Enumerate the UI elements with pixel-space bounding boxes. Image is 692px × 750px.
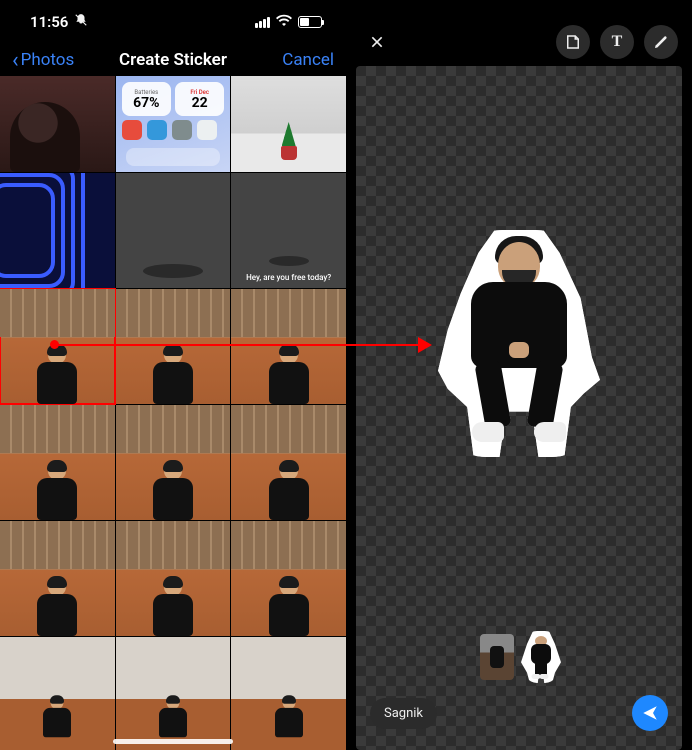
grid-thumb[interactable]	[116, 405, 231, 520]
grid-thumb[interactable]	[231, 521, 346, 636]
grid-thumb[interactable]	[0, 76, 115, 172]
grid-thumb[interactable]	[231, 289, 346, 404]
home-indicator[interactable]	[113, 739, 233, 744]
draw-tool-button[interactable]	[644, 25, 678, 59]
cellular-signal-icon	[255, 17, 270, 28]
grid-thumb[interactable]	[231, 405, 346, 520]
cal-day: 22	[192, 96, 208, 110]
grid-thumb[interactable]	[116, 637, 231, 750]
grid-thumb[interactable]	[0, 405, 115, 520]
battery-icon	[298, 16, 322, 28]
back-label: Photos	[21, 50, 75, 70]
battery-pct: 67%	[133, 96, 159, 110]
sticker-outline-button[interactable]	[556, 25, 590, 59]
grid-thumb[interactable]	[116, 289, 231, 404]
annotation-arrow-line	[54, 344, 420, 346]
close-button[interactable]	[360, 25, 394, 59]
status-bar: 11:56	[0, 0, 346, 44]
chevron-left-icon: ‹	[12, 48, 19, 73]
grid-thumb[interactable]	[116, 521, 231, 636]
nav-bar: ‹ Photos Create Sticker Cancel	[0, 44, 346, 76]
grid-thumb[interactable]	[116, 173, 231, 288]
grid-thumb[interactable]	[0, 173, 115, 288]
send-button[interactable]	[632, 695, 668, 731]
cancel-button[interactable]: Cancel	[282, 50, 334, 70]
editor-bottom-bar: Sagnik	[370, 694, 668, 732]
photo-picker-screen: 11:56 ‹ Photos Create Sticker Cancel	[0, 0, 346, 750]
grid-thumb[interactable]: Hey, are you free today?	[231, 173, 346, 288]
photo-grid[interactable]: Batteries67% Fri Dec 22 Hey, are you	[0, 76, 346, 750]
page-title: Create Sticker	[119, 50, 227, 70]
tray-item-cutout[interactable]	[524, 634, 558, 680]
text-tool-glyph: T	[612, 33, 623, 51]
editor-toolbar: T	[346, 0, 692, 56]
annotation-arrow-head	[418, 337, 432, 353]
bell-slash-icon	[74, 13, 88, 31]
sticker-tray	[480, 634, 558, 680]
status-time: 11:56	[30, 13, 68, 31]
grid-thumb[interactable]: Batteries67% Fri Dec 22	[116, 76, 231, 172]
grid-thumb[interactable]	[0, 521, 115, 636]
grid-thumb[interactable]	[231, 637, 346, 750]
sticker-cutout[interactable]	[444, 236, 594, 451]
recipient-chip[interactable]: Sagnik	[370, 698, 437, 729]
back-button[interactable]: ‹ Photos	[12, 48, 74, 73]
thumb-caption: Hey, are you free today?	[231, 273, 346, 282]
tray-item-original[interactable]	[480, 634, 514, 680]
editor-canvas[interactable]: Sagnik	[356, 66, 682, 750]
sticker-editor-screen: T	[346, 0, 692, 750]
grid-thumb[interactable]	[231, 76, 346, 172]
text-tool-button[interactable]: T	[600, 25, 634, 59]
wifi-icon	[276, 14, 292, 30]
grid-thumb[interactable]	[0, 637, 115, 750]
